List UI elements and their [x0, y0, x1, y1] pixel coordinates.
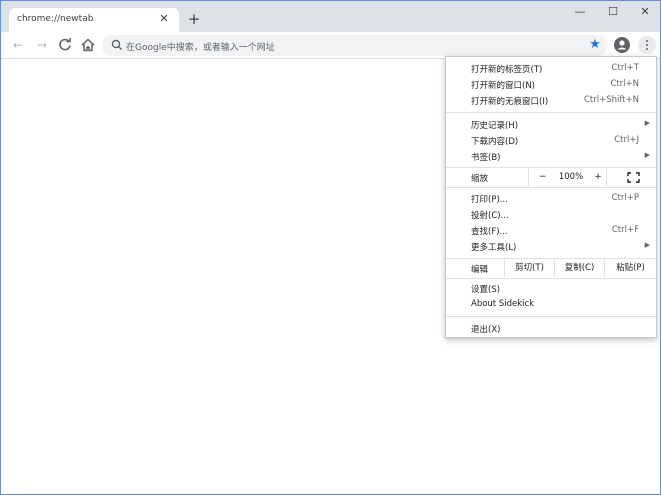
zoom-label: 缩放	[471, 174, 489, 184]
menu-item-print[interactable]: 打印(P)... Ctrl+P	[446, 190, 656, 206]
menu-item-label: 退出(X)	[471, 325, 501, 335]
menu-dot	[646, 40, 648, 42]
copy-button[interactable]: 复制(C)	[554, 259, 604, 277]
menu-item-label: 打开新的标签页(T)	[471, 65, 543, 75]
menu-dot	[646, 48, 648, 50]
omnibox-placeholder: 在Google中搜索，或者输入一个网址	[126, 43, 275, 53]
tab-newtab[interactable]: chrome://newtab ✕	[9, 8, 179, 32]
menu-item-shortcut: Ctrl+J	[614, 135, 639, 145]
menu-item-label: About Sidekick	[471, 299, 535, 309]
menu-item-find[interactable]: 查找(F)... Ctrl+F	[446, 222, 656, 238]
menu-item-label: 投射(C)...	[471, 211, 509, 221]
zoom-value: 100%	[558, 172, 584, 182]
menu-item-label: 查找(F)...	[471, 227, 508, 237]
submenu-arrow-icon: ▶	[644, 151, 650, 159]
menu-item-shortcut: Ctrl+F	[611, 225, 639, 235]
menu-item-label: 书签(B)	[471, 153, 501, 163]
menu-item-shortcut: Ctrl+N	[610, 79, 639, 89]
edit-row: 编辑 剪切(T) 复制(C) 粘贴(P)	[446, 259, 656, 277]
cut-button[interactable]: 剪切(T)	[504, 259, 554, 277]
browser-window: chrome://newtab ✕ + — ☐ ✕ ← → 在Google中搜索…	[0, 0, 661, 495]
submenu-arrow-icon: ▶	[644, 241, 650, 249]
menu-item-bookmarks[interactable]: 书签(B) ▶	[446, 148, 656, 164]
menu-divider	[446, 187, 656, 188]
menu-kebab-icon[interactable]	[638, 36, 656, 54]
close-window-button[interactable]: ✕	[631, 4, 659, 20]
toolbar: ← → 在Google中搜索，或者输入一个网址 ★	[1, 32, 660, 59]
title-bar: chrome://newtab ✕ + — ☐ ✕	[1, 1, 660, 32]
reload-icon[interactable]	[56, 36, 74, 54]
menu-item-settings[interactable]: 设置(S)	[446, 280, 656, 296]
menu-item-label: 打印(P)...	[471, 195, 508, 205]
menu-item-cast[interactable]: 投射(C)...	[446, 206, 656, 222]
fullscreen-icon[interactable]	[606, 168, 656, 186]
home-icon[interactable]	[79, 36, 97, 54]
menu-item-about[interactable]: About Sidekick	[446, 296, 656, 312]
menu-item-label: 更多工具(L)	[471, 243, 517, 253]
tab-close-icon[interactable]: ✕	[157, 12, 171, 26]
chrome-menu: 打开新的标签页(T) Ctrl+T 打开新的窗口(N) Ctrl+N 打开新的无…	[445, 56, 657, 338]
zoom-out-button[interactable]: −	[528, 168, 556, 186]
forward-arrow-icon[interactable]: →	[33, 36, 51, 54]
menu-item-shortcut: Ctrl+P	[611, 193, 639, 203]
back-arrow-icon[interactable]: ←	[9, 36, 27, 54]
tab-title: chrome://newtab	[17, 14, 94, 24]
menu-item-label: 下载内容(D)	[471, 137, 519, 147]
maximize-button[interactable]: ☐	[599, 4, 627, 20]
paste-button[interactable]: 粘贴(P)	[604, 259, 656, 277]
new-tab-button[interactable]: +	[185, 10, 203, 28]
menu-item-label: 设置(S)	[471, 285, 501, 295]
menu-item-more-tools[interactable]: 更多工具(L) ▶	[446, 238, 656, 254]
bookmark-star-icon[interactable]: ★	[587, 36, 603, 54]
menu-divider	[446, 112, 656, 113]
minimize-button[interactable]: —	[566, 4, 594, 20]
menu-divider	[446, 278, 656, 279]
menu-item-history[interactable]: 历史记录(H) ▶	[446, 116, 656, 132]
search-icon	[110, 38, 124, 52]
omnibox[interactable]: 在Google中搜索，或者输入一个网址	[102, 35, 608, 56]
menu-item-exit[interactable]: 退出(X)	[446, 320, 656, 336]
menu-item-shortcut: Ctrl+Shift+N	[583, 95, 639, 105]
menu-item-new-window[interactable]: 打开新的窗口(N) Ctrl+N	[446, 76, 656, 92]
edit-label: 编辑	[471, 265, 489, 275]
menu-item-label: 打开新的窗口(N)	[471, 81, 535, 91]
menu-item-label: 历史记录(H)	[471, 121, 519, 131]
menu-item-new-tab[interactable]: 打开新的标签页(T) Ctrl+T	[446, 60, 656, 76]
menu-item-shortcut: Ctrl+T	[611, 63, 639, 73]
menu-item-label: 打开新的无痕窗口(I)	[471, 97, 549, 107]
submenu-arrow-icon: ▶	[644, 119, 650, 127]
menu-item-new-incognito-window[interactable]: 打开新的无痕窗口(I) Ctrl+Shift+N	[446, 92, 656, 108]
menu-dot	[646, 44, 648, 46]
menu-divider	[446, 316, 656, 317]
profile-avatar-icon[interactable]	[614, 37, 630, 53]
menu-item-downloads[interactable]: 下载内容(D) Ctrl+J	[446, 132, 656, 148]
zoom-row: 缩放 − 100% +	[446, 168, 656, 186]
